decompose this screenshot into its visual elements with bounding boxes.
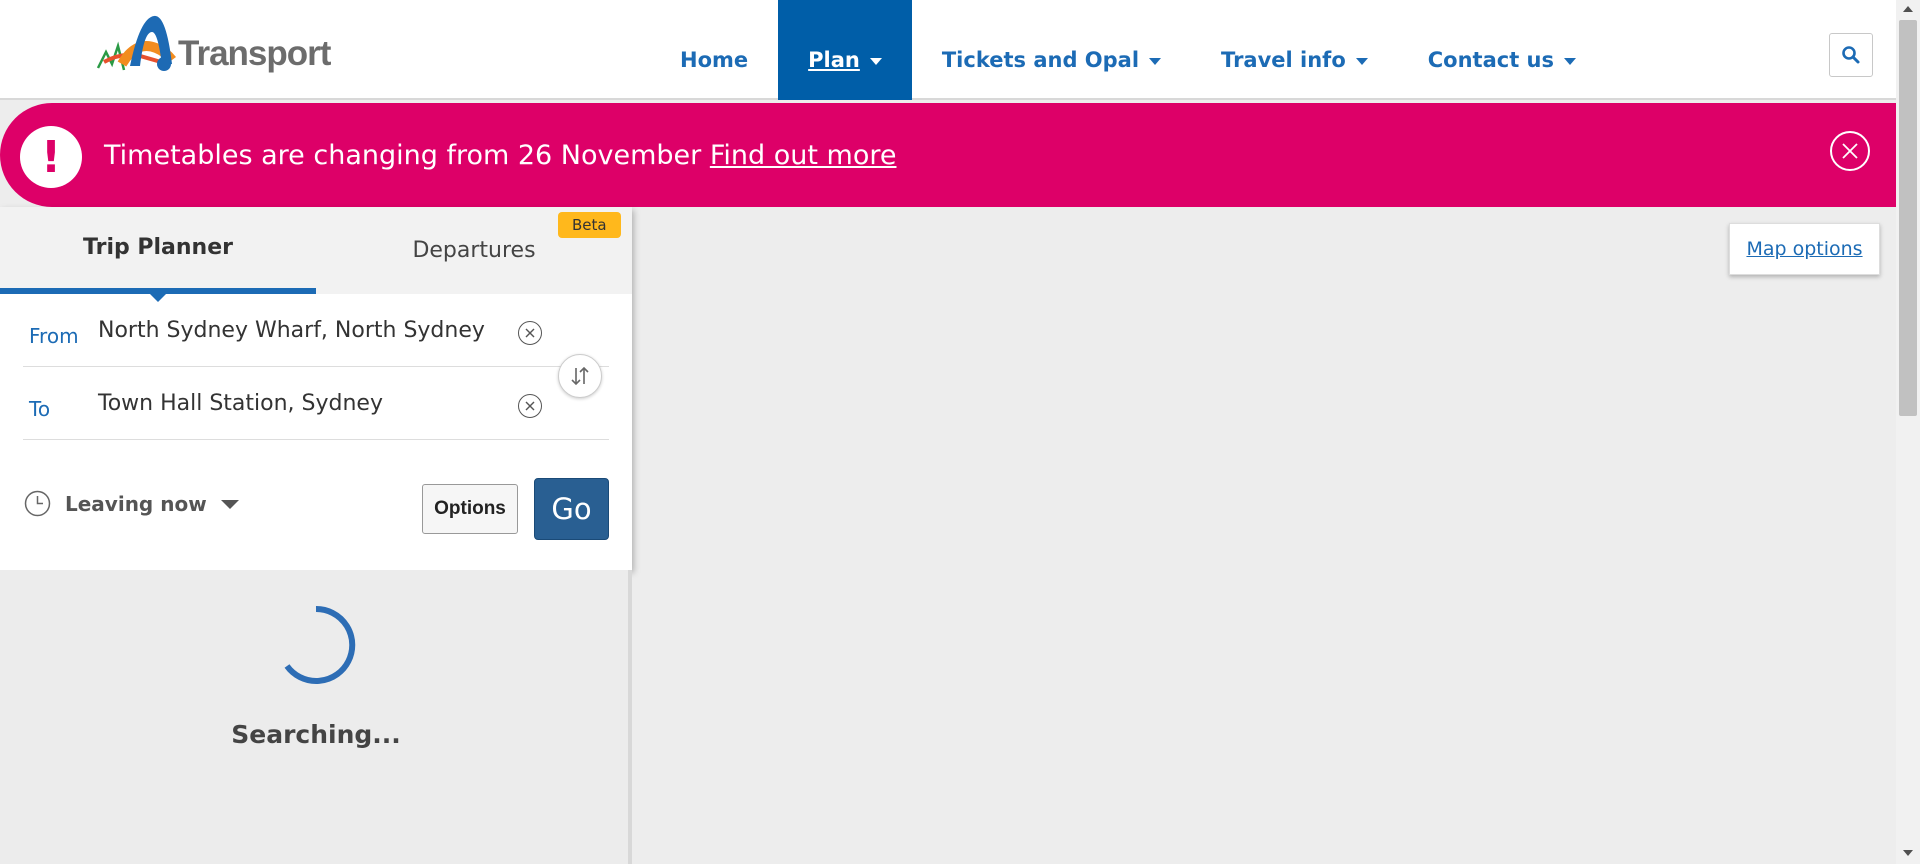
close-icon [525,328,535,338]
to-input[interactable]: Town Hall Station, Sydney [98,391,488,416]
site-header: Transport Home Plan Tickets and Opal Tra… [0,0,1896,100]
alert-text: Timetables are changing from 26 November… [104,140,896,171]
chevron-down-icon [1355,57,1368,65]
close-icon [525,401,535,411]
to-field[interactable]: To Town Hall Station, Sydney [23,367,609,440]
nav-item-home[interactable]: Home [650,0,778,100]
nav-item-tickets-and-opal[interactable]: Tickets and Opal [912,0,1191,100]
searching-status: Searching... [231,720,401,749]
nav-label: Contact us [1427,48,1554,72]
scroll-down-icon[interactable] [1903,850,1913,856]
to-label: To [29,397,51,421]
beta-badge: Beta [558,212,621,238]
scroll-up-icon[interactable] [1903,6,1913,12]
nav-label: Plan [808,48,860,72]
exclamation-icon: ! [20,126,82,188]
nav-item-plan[interactable]: Plan [778,0,912,100]
swap-icon [571,366,589,386]
alert-message: Timetables are changing from 26 November [104,140,710,171]
loading-spinner-icon [284,605,356,684]
from-input[interactable]: North Sydney Wharf, North Sydney [98,318,488,343]
results-area: Searching... [0,570,632,864]
scrollbar-thumb[interactable] [1899,20,1917,416]
tab-trip-planner[interactable]: Trip Planner [0,207,316,302]
chevron-down-icon [869,57,882,65]
options-button[interactable]: Options [422,484,518,534]
clock-icon [24,490,51,517]
nav-label: Home [680,48,749,72]
tab-label: Trip Planner [83,235,233,260]
transport-logo-mark [96,15,176,71]
map-options-button[interactable]: Map options [1729,223,1880,275]
planner-tabs: Trip Planner Departures [0,207,632,302]
clear-from-icon[interactable] [518,321,542,345]
chevron-down-icon [1149,57,1162,65]
search-icon [1842,46,1860,64]
main-nav: Home Plan Tickets and Opal Travel info C… [650,0,1606,100]
swap-locations-button[interactable] [558,354,602,398]
close-icon [1842,143,1858,159]
tab-label: Departures [412,238,536,263]
page-scrollbar[interactable] [1896,0,1920,864]
nav-label: Travel info [1221,48,1346,72]
from-label: From [29,324,79,348]
nav-item-travel-info[interactable]: Travel info [1191,0,1398,100]
alert-banner: ! Timetables are changing from 26 Novemb… [0,103,1896,207]
leaving-time-dropdown[interactable]: Leaving now [24,490,239,517]
chevron-down-icon [1564,57,1576,65]
nav-label: Tickets and Opal [941,48,1140,72]
clear-to-icon[interactable] [518,394,542,418]
chevron-down-icon [220,500,239,509]
go-button[interactable]: Go [534,478,609,540]
search-button[interactable] [1829,33,1873,77]
leaving-label: Leaving now [65,491,207,516]
find-out-more-link[interactable]: Find out more [710,140,897,171]
transport-logo[interactable]: Transport [92,12,332,78]
nav-item-contact-us[interactable]: Contact us [1398,0,1606,100]
close-alert-button[interactable] [1830,131,1870,171]
logo-text: Transport [178,34,331,73]
trip-planner-panel: Trip Planner Departures Beta From North … [0,207,632,570]
from-field[interactable]: From North Sydney Wharf, North Sydney [23,294,609,367]
